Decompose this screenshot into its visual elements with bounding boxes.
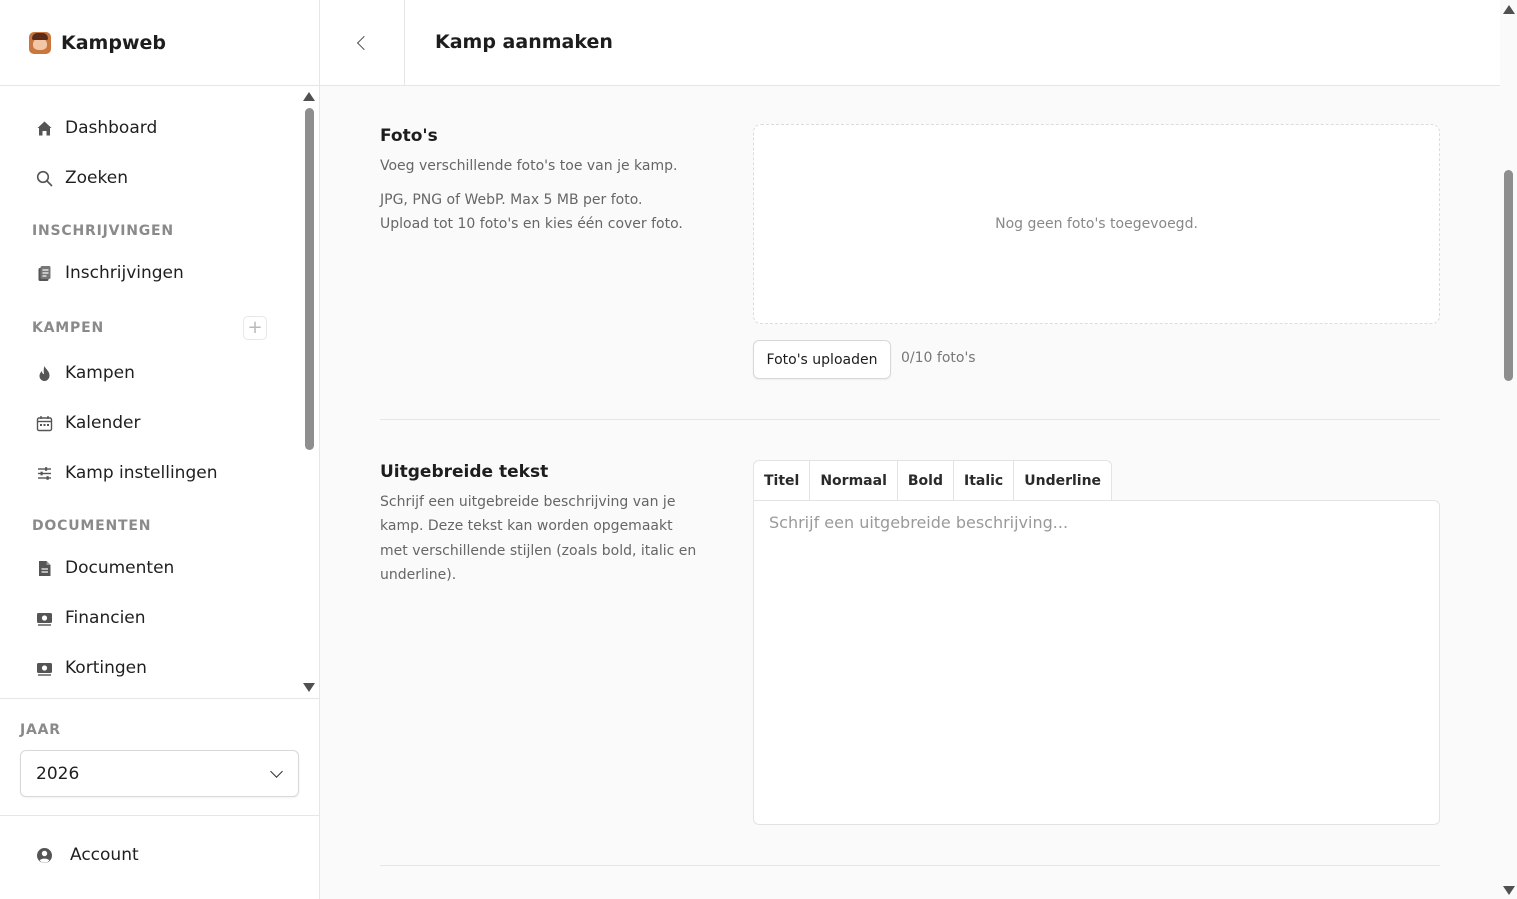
sidebar-item-label: Inschrijvingen — [65, 263, 184, 283]
sidebar-item-financien[interactable]: Financien — [36, 603, 146, 633]
account-link[interactable]: Account — [36, 845, 139, 865]
photo-count: 0/10 foto's — [901, 350, 976, 366]
year-label: JAAR — [20, 722, 61, 738]
rich-text-description-line: met verschillende stijlen (zoals bold, i… — [380, 543, 697, 559]
format-normal-button[interactable]: Normaal — [810, 461, 898, 501]
sidebar-item-label: Kalender — [65, 413, 141, 433]
add-kamp-button[interactable]: + — [243, 316, 267, 340]
photo-dropzone[interactable]: Nog geen foto's toegevoegd. — [753, 124, 1440, 324]
clipboard-icon — [36, 265, 53, 282]
sidebar-item-inschrijvingen[interactable]: Inschrijvingen — [36, 258, 184, 288]
sidebar-item-kalender[interactable]: Kalender — [36, 408, 140, 438]
rich-text-description-line: kamp. Deze tekst kan worden opgemaakt — [380, 518, 673, 534]
sidebar-scrollbar-thumb[interactable] — [305, 108, 314, 450]
money-icon — [36, 610, 53, 627]
main-scrollbar-thumb[interactable] — [1504, 170, 1513, 381]
user-circle-icon — [36, 847, 53, 864]
section-divider — [380, 865, 1440, 866]
sidebar-item-kampen[interactable]: Kampen — [36, 358, 135, 388]
section-heading-kampen: KAMPEN — [32, 320, 104, 336]
sidebar-nav: Dashboard Zoeken INSCHRIJVINGEN Inschrij… — [0, 86, 319, 698]
page-header: Kamp aanmaken — [320, 0, 1500, 86]
home-icon — [36, 120, 53, 137]
sidebar: Kampweb Dashboard Zoeken INSCHRIJVINGEN … — [0, 0, 320, 899]
year-value: 2026 — [36, 763, 80, 784]
rich-text-description-line: Schrijf een uitgebreide beschrijving van… — [380, 494, 676, 510]
editor-toolbar: Titel Normaal Bold Italic Underline — [753, 460, 1113, 501]
sidebar-item-zoeken[interactable]: Zoeken — [36, 163, 128, 193]
year-selector-block: JAAR 2026 — [0, 698, 319, 816]
rich-text-editor[interactable]: Schrijf een uitgebreide beschrijving... — [753, 500, 1440, 825]
rich-text-description-line: underline). — [380, 567, 457, 583]
empty-state-text: Nog geen foto's toegevoegd. — [995, 216, 1198, 232]
chevron-left-icon — [356, 35, 372, 50]
sidebar-item-label: Kamp instellingen — [65, 463, 218, 483]
document-icon — [36, 560, 53, 577]
money-icon — [36, 660, 53, 677]
section-divider — [380, 419, 1440, 420]
sidebar-item-label: Documenten — [65, 558, 175, 578]
page-title: Kamp aanmaken — [435, 31, 613, 53]
format-underline-button[interactable]: Underline — [1014, 461, 1111, 501]
sidebar-item-label: Kortingen — [65, 658, 147, 678]
scroll-down-arrow-icon[interactable] — [1503, 886, 1515, 895]
search-icon — [36, 170, 53, 187]
sidebar-item-kamp-instellingen[interactable]: Kamp instellingen — [36, 458, 217, 488]
upload-photos-button[interactable]: Foto's uploaden — [753, 340, 891, 379]
back-button[interactable] — [320, 0, 405, 85]
kampweb-logo-icon — [29, 31, 51, 54]
scroll-down-arrow-icon[interactable] — [303, 683, 315, 692]
brand[interactable]: Kampweb — [0, 0, 319, 86]
sidebar-item-dashboard[interactable]: Dashboard — [36, 113, 157, 143]
year-select[interactable]: 2026 — [20, 750, 299, 797]
sidebar-item-documenten[interactable]: Documenten — [36, 553, 174, 583]
sidebar-item-label: Financien — [65, 608, 146, 628]
sidebar-item-label: Kampen — [65, 363, 135, 383]
sidebar-item-kortingen[interactable]: Kortingen — [36, 653, 147, 683]
section-heading-inschrijvingen: INSCHRIJVINGEN — [32, 223, 174, 239]
chevron-down-icon — [270, 765, 283, 778]
scroll-up-arrow-icon[interactable] — [303, 92, 315, 101]
photos-description: Voeg verschillende foto's toe van je kam… — [380, 158, 678, 174]
scroll-up-arrow-icon[interactable] — [1503, 5, 1515, 14]
plus-icon: + — [247, 317, 263, 338]
photos-section-title: Foto's — [380, 126, 438, 146]
calendar-icon — [36, 415, 53, 432]
sidebar-item-label: Zoeken — [65, 168, 128, 188]
sidebar-item-label: Dashboard — [65, 118, 158, 138]
photos-hint-limit: Upload tot 10 foto's en kies één cover f… — [380, 216, 683, 232]
format-bold-button[interactable]: Bold — [898, 461, 954, 501]
main-scrollbar[interactable] — [1500, 0, 1517, 899]
format-title-button[interactable]: Titel — [754, 461, 811, 501]
format-italic-button[interactable]: Italic — [954, 461, 1015, 501]
account-label: Account — [70, 845, 139, 865]
rich-text-section-title: Uitgebreide tekst — [380, 462, 549, 482]
section-heading-documenten: DOCUMENTEN — [32, 518, 152, 534]
editor-placeholder: Schrijf een uitgebreide beschrijving... — [769, 513, 1069, 532]
app-name: Kampweb — [61, 31, 166, 54]
flame-icon — [36, 365, 53, 382]
photos-hint-format: JPG, PNG of WebP. Max 5 MB per foto. — [380, 192, 643, 208]
sliders-icon — [36, 465, 53, 482]
